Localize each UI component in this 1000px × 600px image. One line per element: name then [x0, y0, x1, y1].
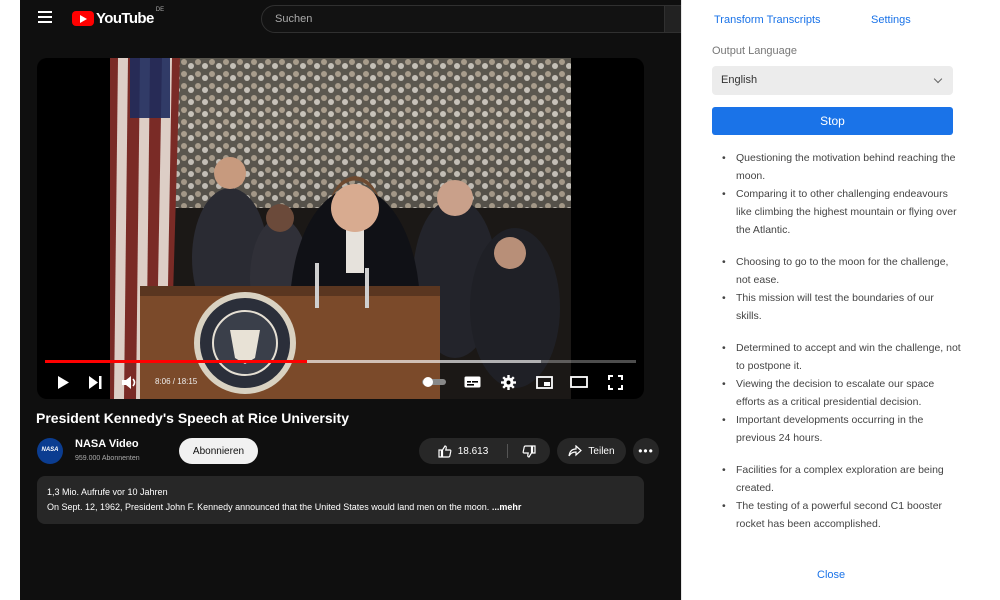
- channel-name[interactable]: NASA Video: [75, 438, 139, 450]
- channel-avatar[interactable]: NASA: [37, 438, 63, 464]
- summary-bullet-item: The testing of a powerful second C1 boos…: [722, 497, 962, 533]
- youtube-play-logo-icon: [72, 11, 94, 26]
- summary-group: Questioning the motivation behind reachi…: [722, 149, 962, 239]
- time-display: 8:06 / 18:15: [155, 377, 198, 386]
- summary-group: Choosing to go to the moon for the chall…: [722, 253, 962, 325]
- hamburger-menu-icon[interactable]: [38, 11, 52, 23]
- autoplay-toggle-icon[interactable]: [420, 372, 448, 392]
- search-placeholder: Suchen: [275, 13, 313, 25]
- next-icon[interactable]: [85, 372, 105, 392]
- summary-bullet-item: Important developments occurring in the …: [722, 411, 962, 447]
- avatar-logo-text: NASA: [41, 447, 59, 453]
- video-still-image: [110, 58, 571, 399]
- summary-bullet-item: Comparing it to other challenging endeav…: [722, 185, 962, 239]
- description-text: On Sept. 12, 1962, President John F. Ken…: [47, 502, 521, 512]
- thumbs-up-icon: [438, 444, 452, 458]
- youtube-logo[interactable]: YouTube DE: [72, 7, 165, 27]
- close-button[interactable]: Close: [817, 569, 845, 581]
- tab-settings[interactable]: Settings: [871, 14, 911, 26]
- more-actions-button[interactable]: •••: [633, 438, 659, 464]
- summary-group: Determined to accept and win the challen…: [722, 339, 962, 447]
- youtube-page: YouTube DE Suchen 8:06 / 18:15 President…: [20, 0, 681, 600]
- output-language-select[interactable]: English: [712, 66, 953, 95]
- like-button[interactable]: 18.613: [419, 438, 507, 464]
- dislike-button[interactable]: [508, 438, 550, 464]
- search-input[interactable]: Suchen: [261, 5, 666, 33]
- subscriber-count: 959.000 Abonnenten: [75, 455, 140, 462]
- summary-bullet-item: Determined to accept and win the challen…: [722, 339, 962, 375]
- volume-icon[interactable]: [119, 372, 141, 392]
- share-arrow-icon: [568, 445, 583, 457]
- summary-bullet-item: Choosing to go to the moon for the chall…: [722, 253, 962, 289]
- subtitles-icon[interactable]: [461, 372, 483, 392]
- miniplayer-icon[interactable]: [533, 372, 555, 392]
- summary-bullet-item: Facilities for a complex exploration are…: [722, 461, 962, 497]
- tab-transform-transcripts[interactable]: Transform Transcripts: [714, 14, 821, 26]
- description-box[interactable]: 1,3 Mio. Aufrufe vor 10 Jahren On Sept. …: [37, 476, 644, 524]
- thumbs-down-icon: [522, 444, 536, 458]
- selected-language: English: [721, 74, 758, 86]
- description-snippet: On Sept. 12, 1962, President John F. Ken…: [47, 502, 492, 512]
- subscribe-button[interactable]: Abonnieren: [179, 438, 258, 464]
- share-label: Teilen: [588, 445, 615, 457]
- player-controls: 8:06 / 18:15: [37, 368, 644, 398]
- show-more-link[interactable]: ...mehr: [492, 502, 522, 512]
- youtube-header: YouTube DE Suchen: [20, 0, 681, 36]
- play-icon[interactable]: [53, 372, 73, 392]
- summary-group: Facilities for a complex exploration are…: [722, 461, 962, 533]
- video-player[interactable]: 8:06 / 18:15: [37, 58, 644, 399]
- channel-row: NASA NASA Video 959.000 Abonnenten Abonn…: [36, 436, 666, 466]
- view-count-and-date: 1,3 Mio. Aufrufe vor 10 Jahren: [47, 487, 168, 497]
- summary-bullet-item: Viewing the decision to escalate our spa…: [722, 375, 962, 411]
- share-button[interactable]: Teilen: [557, 438, 626, 464]
- like-count: 18.613: [457, 445, 489, 457]
- progress-bar[interactable]: [45, 360, 636, 363]
- video-title: President Kennedy's Speech at Rice Unive…: [36, 410, 350, 426]
- summary-bullet-item: Questioning the motivation behind reachi…: [722, 149, 962, 185]
- progress-played: [45, 360, 308, 363]
- output-language-label: Output Language: [712, 45, 798, 57]
- fullscreen-icon[interactable]: [604, 372, 626, 392]
- logo-country-code: DE: [155, 7, 165, 13]
- transcript-extension-panel: Transform Transcripts Settings Output La…: [681, 0, 1000, 600]
- logo-text: YouTube: [96, 10, 154, 27]
- stop-button[interactable]: Stop: [712, 107, 953, 135]
- theater-mode-icon[interactable]: [568, 372, 590, 392]
- like-dislike-group: 18.613: [419, 438, 550, 464]
- search-button[interactable]: [664, 5, 681, 33]
- summary-bullet-item: This mission will test the boundaries of…: [722, 289, 962, 325]
- chevron-down-icon: [933, 74, 943, 84]
- summary-list: Questioning the motivation behind reachi…: [722, 149, 962, 547]
- video-frame[interactable]: [110, 58, 571, 399]
- settings-gear-icon[interactable]: [497, 372, 519, 392]
